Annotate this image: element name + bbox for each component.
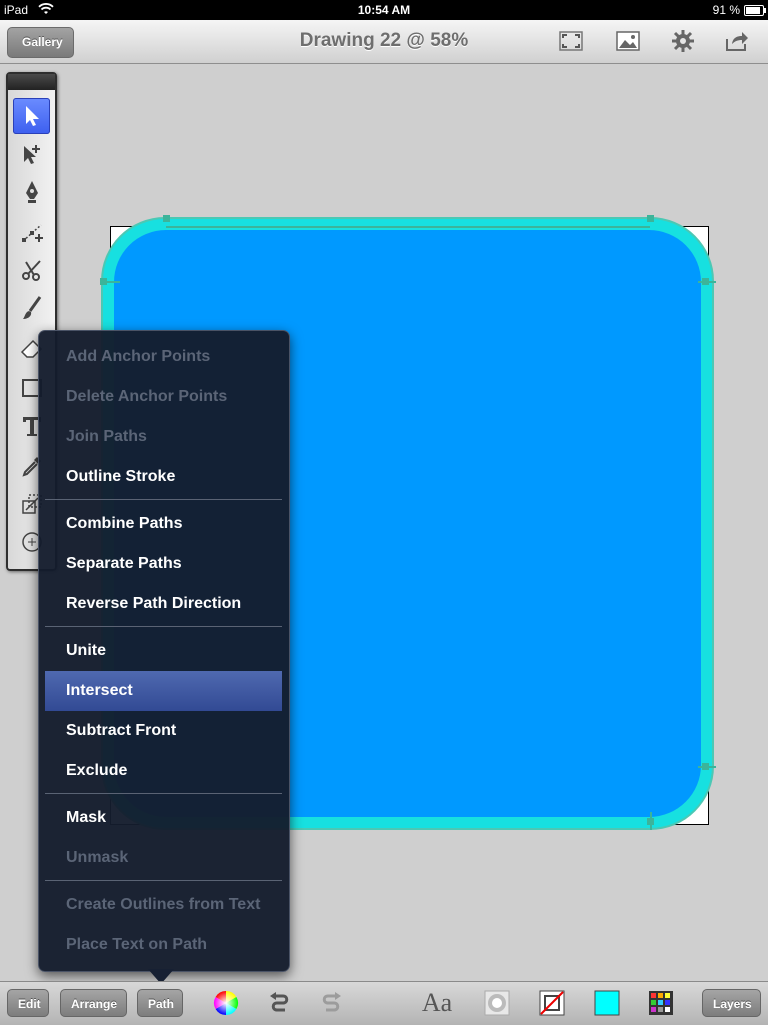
clock: 10:54 AM <box>357 3 411 17</box>
control-handle[interactable] <box>698 766 716 768</box>
pen-icon[interactable] <box>13 174 50 210</box>
edit-button[interactable]: Edit <box>7 989 49 1017</box>
control-handle[interactable] <box>698 281 716 283</box>
menu-unite[interactable]: Unite <box>45 631 282 671</box>
undo-icon[interactable] <box>267 989 293 1017</box>
menu-divider <box>45 626 282 627</box>
path-segment <box>166 226 650 228</box>
menu-add-anchor-points[interactable]: Add Anchor Points <box>45 337 282 377</box>
fullscreen-icon[interactable] <box>558 29 584 53</box>
shadow-icon[interactable] <box>484 989 510 1017</box>
control-handle[interactable] <box>100 281 120 283</box>
menu-separate-paths[interactable]: Separate Paths <box>45 544 282 584</box>
gear-icon[interactable] <box>670 29 696 53</box>
path-button[interactable]: Path <box>137 989 183 1017</box>
palette-grip[interactable] <box>8 74 55 90</box>
arrange-button[interactable]: Arrange <box>60 989 127 1017</box>
fill-swatch-icon[interactable] <box>594 989 620 1017</box>
scissors-icon[interactable] <box>13 252 50 288</box>
page-title: Drawing 22 @ 58% <box>299 30 469 51</box>
menu-divider <box>45 793 282 794</box>
color-wheel-icon[interactable] <box>213 989 239 1017</box>
menu-unmask[interactable]: Unmask <box>45 838 282 878</box>
swatches-icon[interactable] <box>648 989 674 1017</box>
menu-mask[interactable]: Mask <box>45 798 282 838</box>
image-icon[interactable] <box>615 29 641 53</box>
status-bar: iPad 10:54 AM 91 % <box>0 0 768 20</box>
menu-subtract-front[interactable]: Subtract Front <box>45 711 282 751</box>
menu-intersect[interactable]: Intersect <box>45 671 282 711</box>
menu-reverse-path-direction[interactable]: Reverse Path Direction <box>45 584 282 624</box>
menu-divider <box>45 880 282 881</box>
battery-icon <box>744 5 766 16</box>
anchor-point[interactable] <box>647 215 654 222</box>
menu-divider <box>45 499 282 500</box>
anchor-point[interactable] <box>163 215 170 222</box>
menu-delete-anchor-points[interactable]: Delete Anchor Points <box>45 377 282 417</box>
menu-combine-paths[interactable]: Combine Paths <box>45 504 282 544</box>
font-icon[interactable]: Aa <box>417 988 457 1017</box>
redo-icon[interactable] <box>318 989 344 1017</box>
menu-create-outlines-from-text[interactable]: Create Outlines from Text <box>45 885 282 925</box>
path-menu-popover: Add Anchor Points Delete Anchor Points J… <box>38 330 290 972</box>
menu-exclude[interactable]: Exclude <box>45 751 282 791</box>
stroke-icon[interactable] <box>539 989 565 1017</box>
select-arrow-icon[interactable] <box>13 98 50 134</box>
layers-button[interactable]: Layers <box>702 989 761 1017</box>
bottom-toolbar: Edit Arrange Path Aa Layers <box>0 981 768 1025</box>
share-icon[interactable] <box>724 29 750 53</box>
direct-select-icon[interactable] <box>13 136 50 172</box>
add-point-icon[interactable] <box>13 214 50 250</box>
menu-place-text-on-path[interactable]: Place Text on Path <box>45 925 282 965</box>
brush-icon[interactable] <box>13 290 50 326</box>
navigation-bar: Gallery Drawing 22 @ 58% <box>0 20 768 64</box>
menu-outline-stroke[interactable]: Outline Stroke <box>45 457 282 497</box>
battery-percent: 91 % <box>712 3 740 17</box>
menu-join-paths[interactable]: Join Paths <box>45 417 282 457</box>
control-handle[interactable] <box>650 812 652 830</box>
